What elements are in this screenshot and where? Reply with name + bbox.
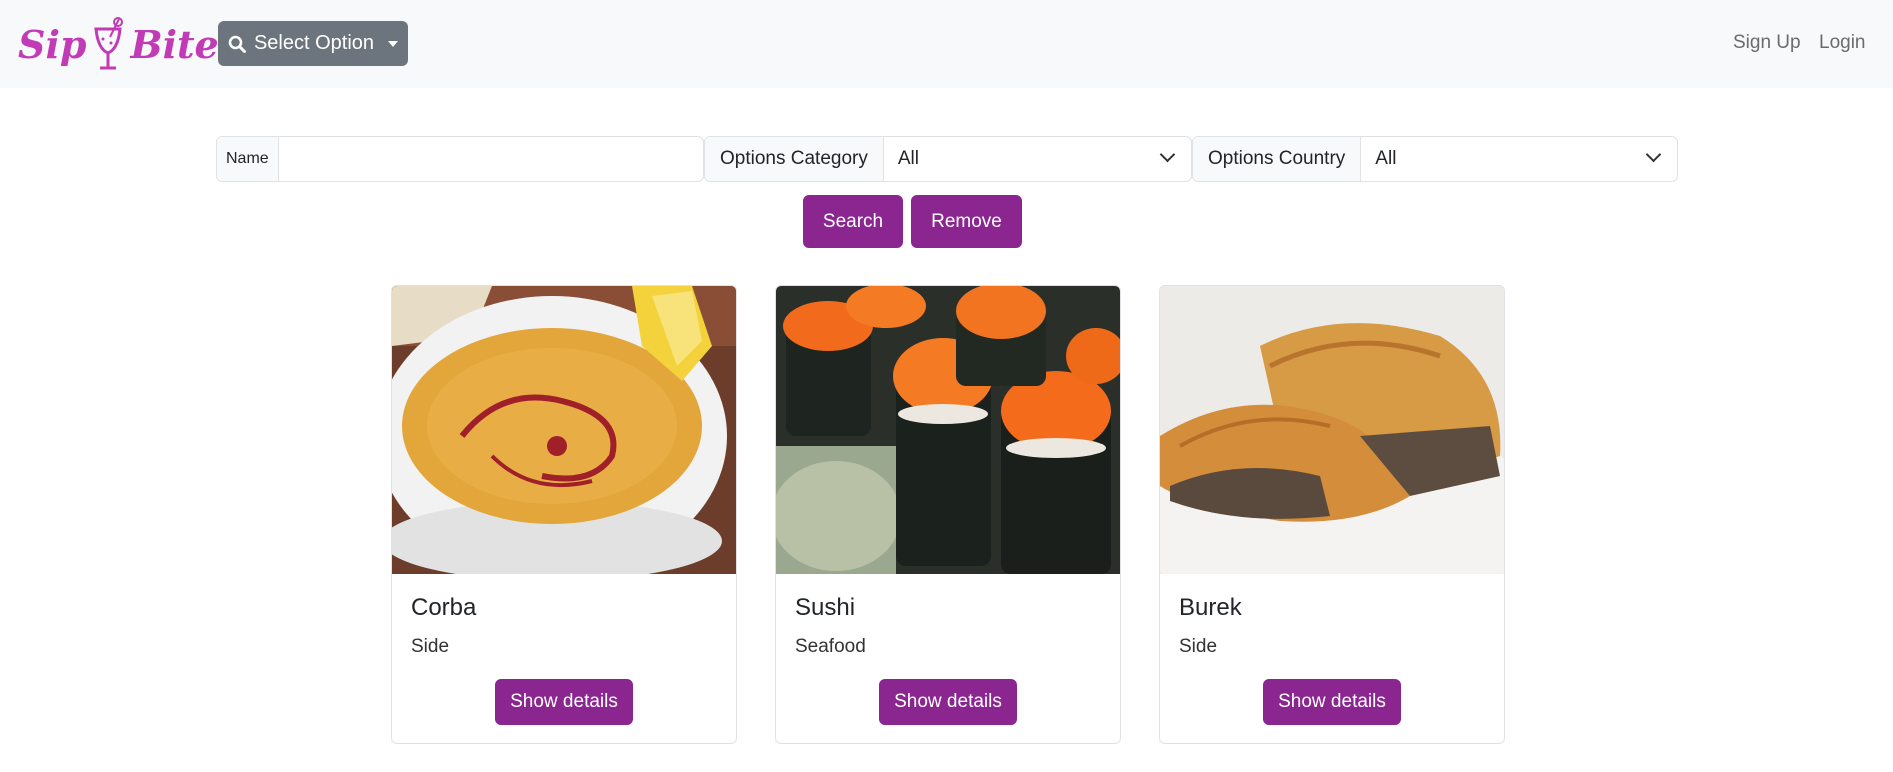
card-category: Side bbox=[1179, 636, 1218, 657]
country-select[interactable]: All bbox=[1361, 137, 1677, 181]
card-title: Sushi bbox=[795, 594, 856, 621]
select-option-dropdown[interactable]: Select Option bbox=[218, 21, 408, 66]
brand-logo-sip: Sip bbox=[18, 21, 87, 67]
chevron-down-icon bbox=[1159, 146, 1176, 163]
chevron-down-icon bbox=[1645, 146, 1662, 163]
name-filter-group: Name bbox=[216, 136, 704, 182]
brand-logo[interactable]: Sip Bites bbox=[18, 14, 240, 74]
category-select[interactable]: All bbox=[884, 137, 1191, 181]
search-button[interactable]: Search bbox=[803, 195, 903, 248]
country-filter-label: Options Country bbox=[1193, 137, 1362, 181]
name-input[interactable] bbox=[292, 137, 689, 181]
show-details-button[interactable]: Show details bbox=[495, 679, 633, 725]
meal-card: Burek Side Show details bbox=[1159, 285, 1505, 744]
name-filter-label: Name bbox=[217, 137, 279, 181]
burek-photo bbox=[1160, 286, 1504, 574]
cocktail-glass-icon bbox=[94, 17, 124, 70]
show-details-button[interactable]: Show details bbox=[1263, 679, 1401, 725]
meal-card: Sushi Seafood Show details bbox=[775, 285, 1121, 744]
country-select-value: All bbox=[1375, 148, 1397, 169]
category-select-value: All bbox=[897, 148, 919, 169]
country-filter-group: Options Country All bbox=[1192, 136, 1678, 182]
category-filter-label: Options Category bbox=[705, 137, 884, 181]
card-category: Seafood bbox=[795, 636, 866, 657]
remove-button[interactable]: Remove bbox=[911, 195, 1022, 248]
login-link[interactable]: Login bbox=[1819, 32, 1866, 54]
signup-link[interactable]: Sign Up bbox=[1733, 32, 1801, 54]
select-option-label: Select Option bbox=[253, 32, 375, 54]
show-details-button[interactable]: Show details bbox=[879, 679, 1017, 725]
card-title: Burek bbox=[1179, 594, 1242, 621]
search-icon bbox=[228, 35, 246, 53]
soup-photo bbox=[392, 286, 736, 574]
card-category: Side bbox=[411, 636, 450, 657]
card-title: Corba bbox=[411, 594, 477, 621]
navbar: Sip Bites Select Option Sign Up Login bbox=[0, 0, 1893, 88]
category-filter-group: Options Category All bbox=[704, 136, 1192, 182]
sushi-photo bbox=[776, 286, 1120, 574]
caret-down-icon bbox=[388, 40, 399, 47]
meal-card: Corba Side Show details bbox=[391, 285, 737, 744]
filter-bar: Name Options Category All Options Countr… bbox=[216, 136, 1678, 182]
